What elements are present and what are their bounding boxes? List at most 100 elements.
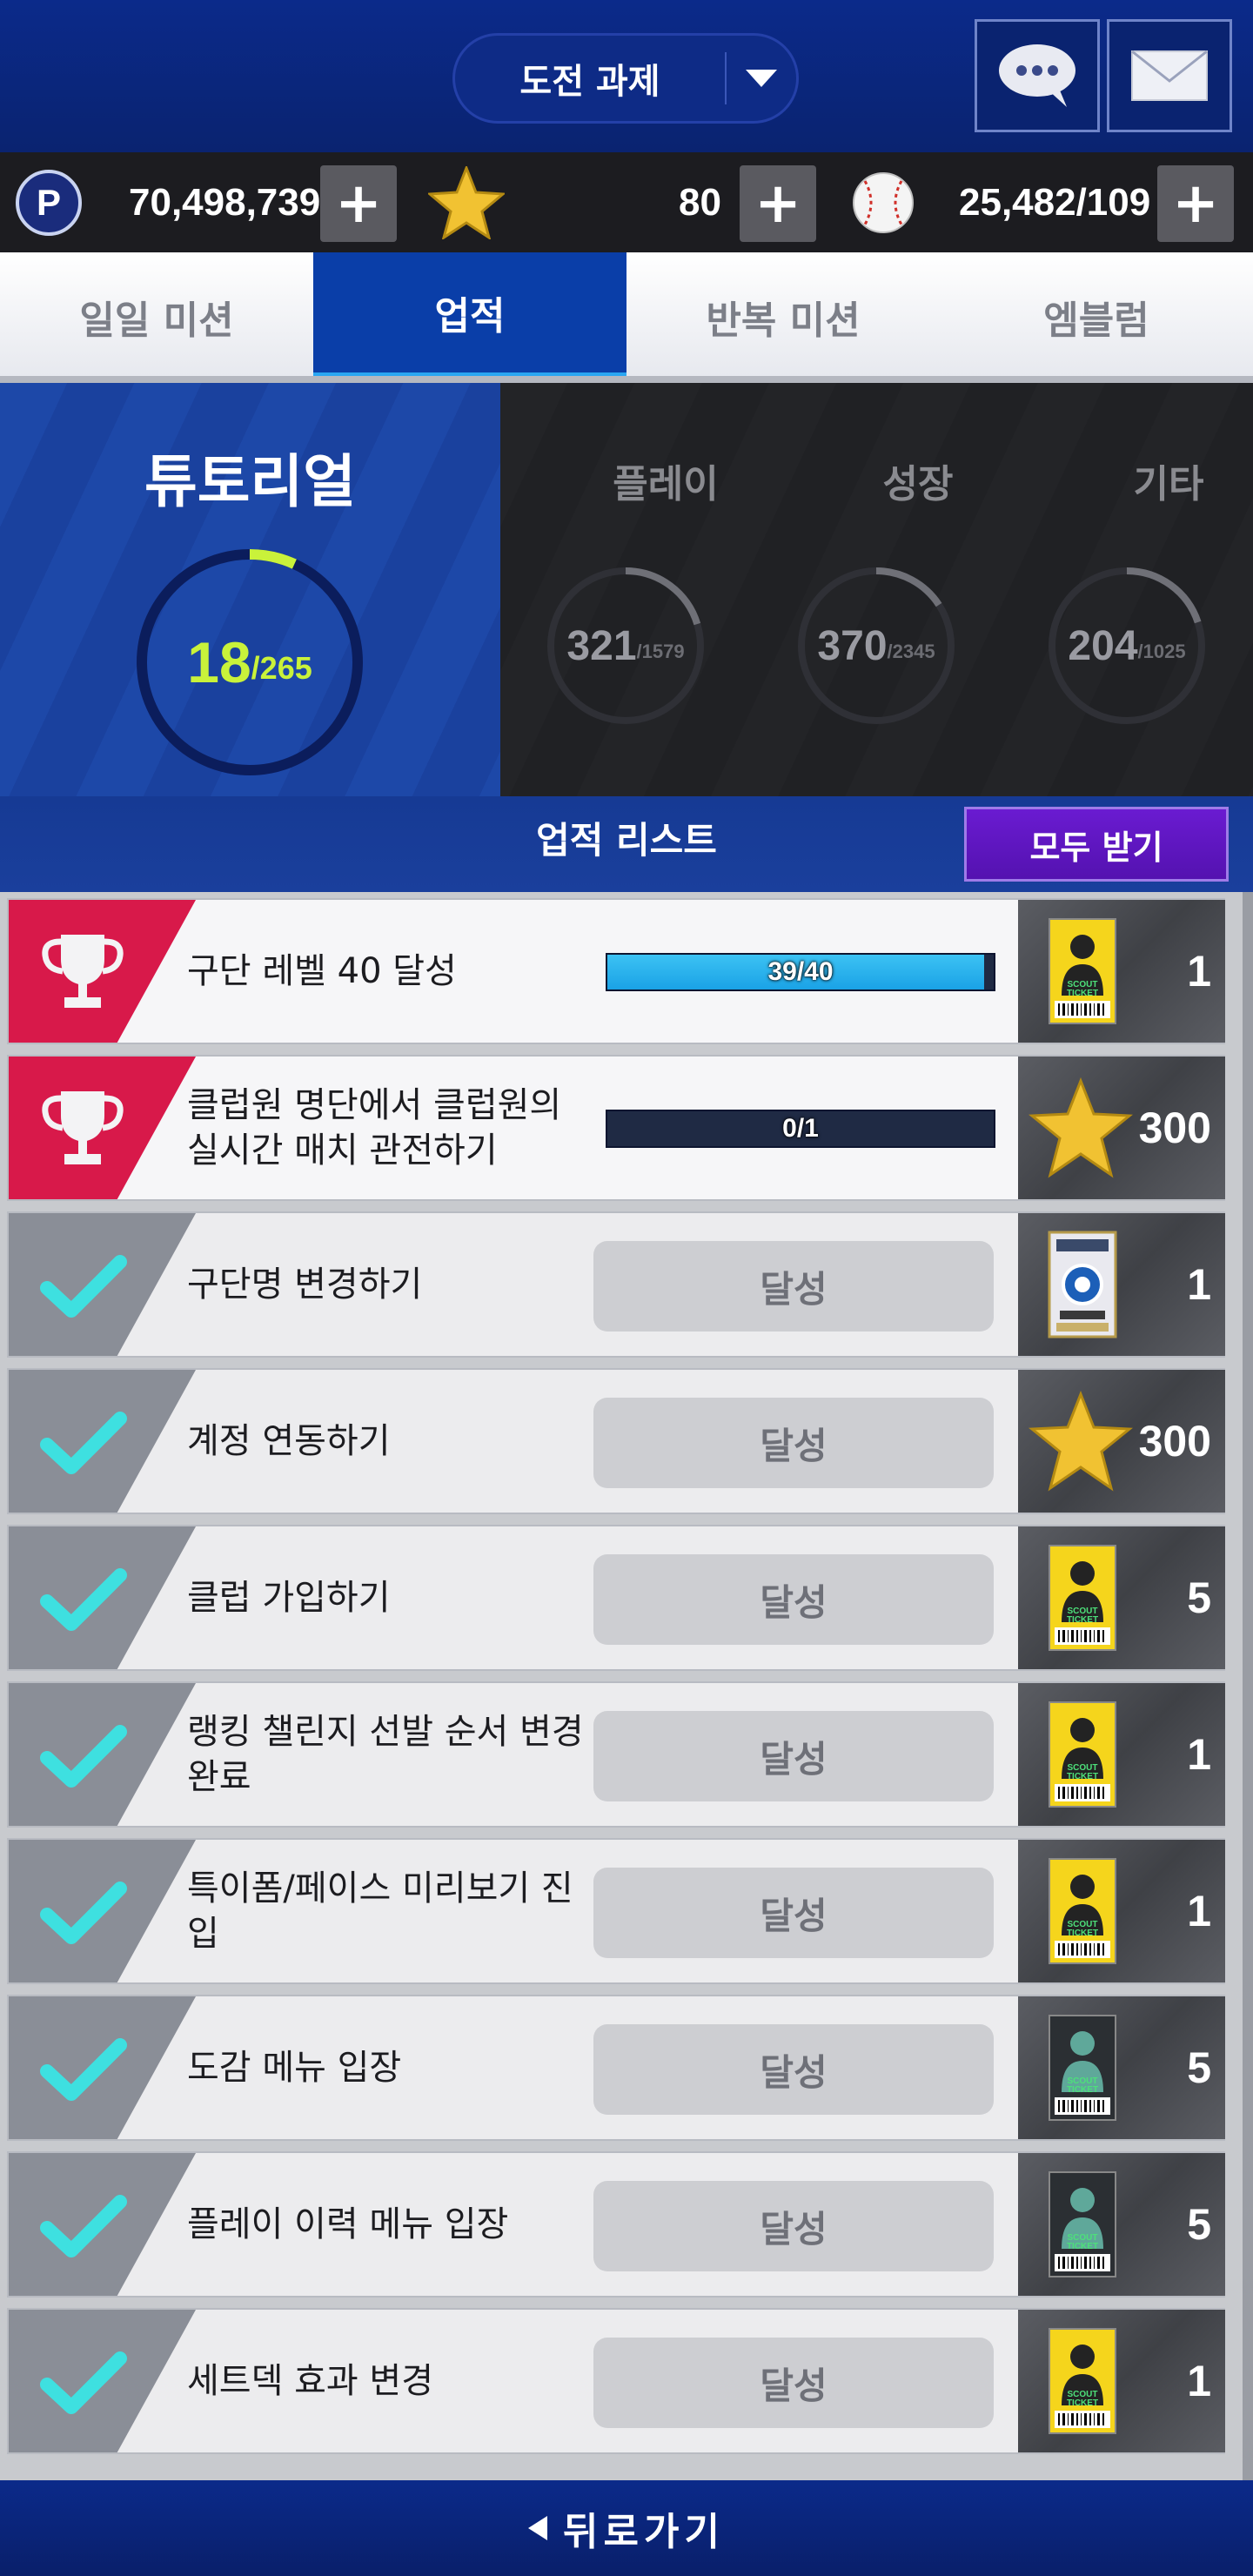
tab-achievements[interactable]: 업적 [313,252,626,381]
tab-repeat-mission[interactable]: 반복 미션 [626,252,940,381]
category-etc-title: 기타 [1133,462,1204,506]
mail-icon [1131,50,1208,101]
chat-button[interactable] [975,19,1100,132]
scout-ticket-icon: SCOUT TICKET [1048,1701,1117,1808]
achievement-title: 도감 메뉴 입장 [187,2048,402,2088]
achievement-title: 특이폼/페이스 미리보기 진입 [187,1868,573,1954]
checkmark-icon [35,2021,131,2116]
tutorial-total: /265 [251,650,312,686]
add-points-button[interactable]: + [320,165,397,242]
etc-current: 204 [1068,622,1138,669]
completed-badge [9,1683,196,1826]
points-value: 70,498,739 [129,180,321,224]
mode-selector[interactable]: 도전 과제 [452,33,799,124]
progress-text: 39/40 [767,957,834,986]
mission-tabs: 일일 미션 업적 반복 미션 엠블럼 [0,252,1253,381]
reward-box[interactable]: SCOUT TICKET 1 [1018,2310,1225,2452]
mode-title: 도전 과제 [519,62,660,102]
reward-box[interactable]: SCOUT TICKET 1 [1018,1683,1225,1826]
checkmark-icon [35,1394,131,1490]
star-icon [1029,1077,1133,1178]
achievement-row[interactable]: 랭킹 챌린지 선발 순서 변경 완료 달성 SCOUT TICKET 1 [7,1681,1225,1828]
achievement-progress-bar: 0/1 [606,1110,995,1148]
svg-text:TICKET: TICKET [1067,1615,1098,1625]
svg-text:TICKET: TICKET [1067,1929,1098,1938]
reward-box[interactable]: SCOUT TICKET 5 [1018,2153,1225,2296]
reward-count: 300 [1138,1104,1211,1152]
scrollbar[interactable] [1243,892,1253,2480]
reward-count: 1 [1187,947,1211,996]
achieved-button[interactable]: 달성 [593,1711,994,1801]
svg-text:TICKET: TICKET [1067,1772,1098,1781]
reward-box[interactable]: SCOUT TICKET 1 [1018,1840,1225,1982]
etc-total: /1025 [1137,641,1186,662]
achievement-title: 랭킹 챌린지 선발 순서 변경 완료 [187,1712,584,1797]
reward-count: 1 [1187,1260,1211,1309]
scout-ticket-icon: SCOUT TICKET [1048,1544,1117,1652]
reward-count: 5 [1187,2043,1211,2092]
scout-ticket-icon: SCOUT TICKET [1048,917,1117,1025]
mail-button[interactable] [1107,19,1232,132]
reward-box[interactable]: 300 [1018,1370,1225,1513]
achievement-title: 구단명 변경하기 [187,1265,423,1305]
achieved-button[interactable]: 달성 [593,2181,994,2271]
scout-ticket-icon: SCOUT TICKET [1048,2327,1117,2435]
trophy-icon [35,924,131,1020]
achievement-title: 세트덱 효과 변경 [187,2361,434,2401]
trophy-icon [35,1081,131,1177]
tab-emblem[interactable]: 엠블럼 [940,252,1253,381]
currency-bar: P 70,498,739 + 80 + 25,482/109 + [0,152,1253,252]
achieved-button[interactable]: 달성 [593,1868,994,1958]
list-header: 업적 리스트 모두 받기 [0,796,1253,892]
achieved-button[interactable]: 달성 [593,2338,994,2428]
reward-box[interactable]: 300 [1018,1057,1225,1199]
category-etc-ring[interactable]: 204 /1025 [1047,566,1207,726]
checkmark-icon [35,2334,131,2430]
star-icon [1029,1390,1133,1492]
achieved-button[interactable]: 달성 [593,1554,994,1645]
achievement-row[interactable]: 세트덱 효과 변경 달성 SCOUT TICKET 1 [7,2308,1225,2454]
add-stars-button[interactable]: + [740,165,816,242]
achievement-summary: 튜토리얼 18 /265 플레이 성장 기타 321 /1579 370 /23… [0,383,1253,796]
achievement-row[interactable]: 계정 연동하기 달성 300 [7,1368,1225,1514]
achievement-progress-bar: 39/40 [606,953,995,991]
achievement-row[interactable]: 특이폼/페이스 미리보기 진입 달성 SCOUT TICKET 1 [7,1838,1225,1984]
category-growth-ring[interactable]: 370 /2345 [796,566,956,726]
achievement-row[interactable]: 플레이 이력 메뉴 입장 달성 SCOUT TICKET 5 [7,2151,1225,2298]
stars-value: 80 [679,180,721,224]
star-icon [428,165,505,239]
chevron-down-icon[interactable] [727,70,796,87]
achievement-row[interactable]: 클럽원 명단에서 클럽원의 실시간 매치 관전하기 0/1 300 [7,1055,1225,1201]
tutorial-panel[interactable]: 튜토리얼 18 /265 [0,383,500,796]
back-button[interactable]: 뒤로가기 [528,2500,725,2556]
achievement-list[interactable]: 구단 레벨 40 달성 39/40 SCOUT TICKET 1 클럽원 명단에서 클럽원… [0,892,1253,2480]
points-coin-icon: P [16,169,82,236]
svg-text:TICKET: TICKET [1067,989,1098,998]
scout-ticket-green-icon: SCOUT TICKET [1048,2014,1117,2122]
achievement-row[interactable]: 클럽 가입하기 달성 SCOUT TICKET 5 [7,1525,1225,1671]
achieved-button[interactable]: 달성 [593,2024,994,2115]
reward-box[interactable]: SCOUT TICKET 5 [1018,1526,1225,1669]
scout-ticket-icon: SCOUT TICKET [1048,1857,1117,1965]
add-balls-button[interactable]: + [1157,165,1234,242]
in-progress-badge [9,900,196,1043]
reward-box[interactable]: SCOUT TICKET 5 [1018,1996,1225,2139]
achievement-row[interactable]: 구단 레벨 40 달성 39/40 SCOUT TICKET 1 [7,898,1225,1044]
achievement-row[interactable]: 도감 메뉴 입장 달성 SCOUT TICKET 5 [7,1995,1225,2141]
reward-box[interactable]: SCOUT TICKET 1 [1018,900,1225,1043]
category-play-ring[interactable]: 321 /1579 [546,566,706,726]
balls-value: 25,482/109 [959,180,1151,224]
tabs-shadow [0,376,1253,383]
achievement-row[interactable]: 구단명 변경하기 달성 1 [7,1211,1225,1358]
tab-daily-mission[interactable]: 일일 미션 [0,252,313,381]
tutorial-progress-ring: 18 /265 [132,545,367,780]
achievement-title: 플레이 이력 메뉴 입장 [187,2204,509,2244]
achieved-button[interactable]: 달성 [593,1398,994,1488]
achieved-button[interactable]: 달성 [593,1241,994,1332]
reward-box[interactable]: 1 [1018,1213,1225,1356]
player-pack-icon [1048,1231,1117,1338]
completed-badge [9,1213,196,1356]
play-total: /1579 [636,641,685,662]
claim-all-button[interactable]: 모두 받기 [964,807,1229,882]
checkmark-icon [35,1707,131,1803]
